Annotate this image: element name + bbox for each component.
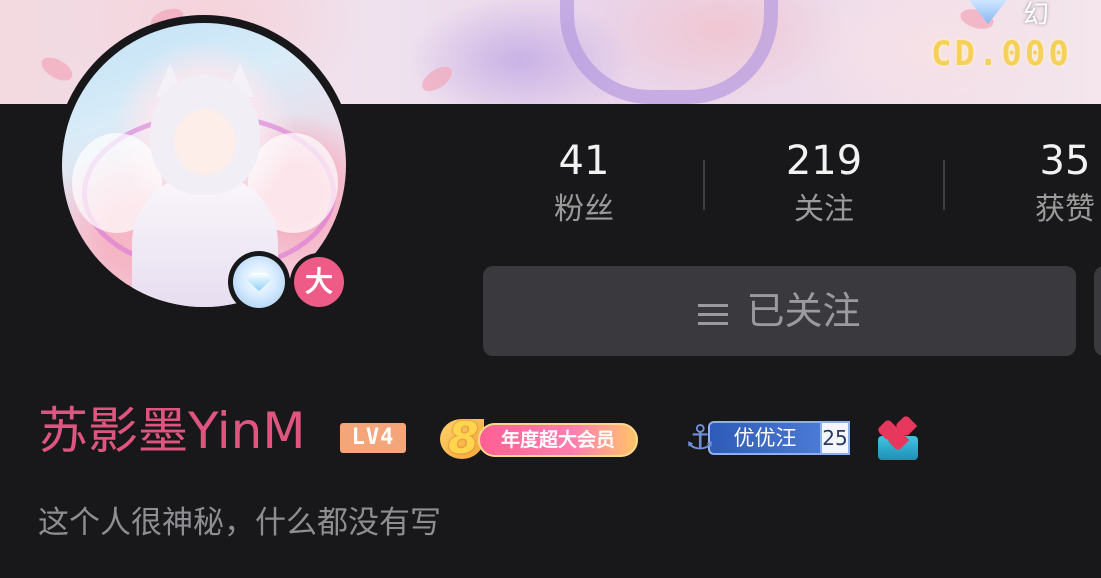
vip-diamond-background xyxy=(233,256,285,308)
banner-ribbon xyxy=(560,0,778,104)
stat-likes-label: 获赞 xyxy=(1035,192,1095,227)
fan-medal-name: 优优汪 xyxy=(708,421,820,455)
banner-decoration-badge: 幻 CD.000 xyxy=(931,0,1101,104)
annual-vip-label: 年度超大会员 xyxy=(478,423,638,457)
stat-divider xyxy=(943,160,945,210)
stat-following-label: 关注 xyxy=(794,192,854,227)
fan-medal-level: 25 xyxy=(820,421,850,455)
avatar-face xyxy=(174,109,236,175)
fan-medal[interactable]: 优优汪 25 ⚓ xyxy=(678,418,850,458)
followed-button[interactable]: 已关注 xyxy=(483,266,1076,356)
message-button[interactable] xyxy=(1094,266,1101,356)
annual-vip-number: 8 xyxy=(448,413,479,464)
username: 苏影墨YinM xyxy=(38,402,306,460)
diamond-icon xyxy=(246,273,272,291)
annual-vip-badge[interactable]: 年度超大会员 8 xyxy=(440,413,642,465)
stat-divider xyxy=(703,160,705,210)
banner-decoration-label: 幻 xyxy=(1023,0,1050,30)
stat-fans-label: 粉丝 xyxy=(554,192,614,227)
banner-petal xyxy=(37,52,77,86)
stat-following-count: 219 xyxy=(785,138,863,184)
stat-likes-count: 35 xyxy=(1039,138,1091,184)
big-member-icon[interactable]: 大 xyxy=(290,253,348,311)
anchor-icon: ⚓ xyxy=(684,418,716,458)
banner-decoration-code: CD.000 xyxy=(931,34,1072,74)
user-bio: 这个人很神秘，什么都没有写 xyxy=(38,505,441,541)
stat-following[interactable]: 219 关注 xyxy=(744,136,904,230)
gift-box-icon[interactable] xyxy=(874,412,922,462)
big-member-label: 大 xyxy=(294,257,344,307)
stat-fans-count: 41 xyxy=(558,138,610,184)
stat-likes[interactable]: 35 获赞 xyxy=(985,136,1101,230)
level-badge: LV4 xyxy=(340,423,406,453)
diamond-icon xyxy=(969,0,1007,24)
banner-petal xyxy=(417,61,457,97)
menu-icon xyxy=(698,304,729,326)
followed-button-label: 已关注 xyxy=(746,289,861,333)
vip-diamond-icon[interactable] xyxy=(228,251,290,313)
stat-fans[interactable]: 41 粉丝 xyxy=(504,136,664,230)
